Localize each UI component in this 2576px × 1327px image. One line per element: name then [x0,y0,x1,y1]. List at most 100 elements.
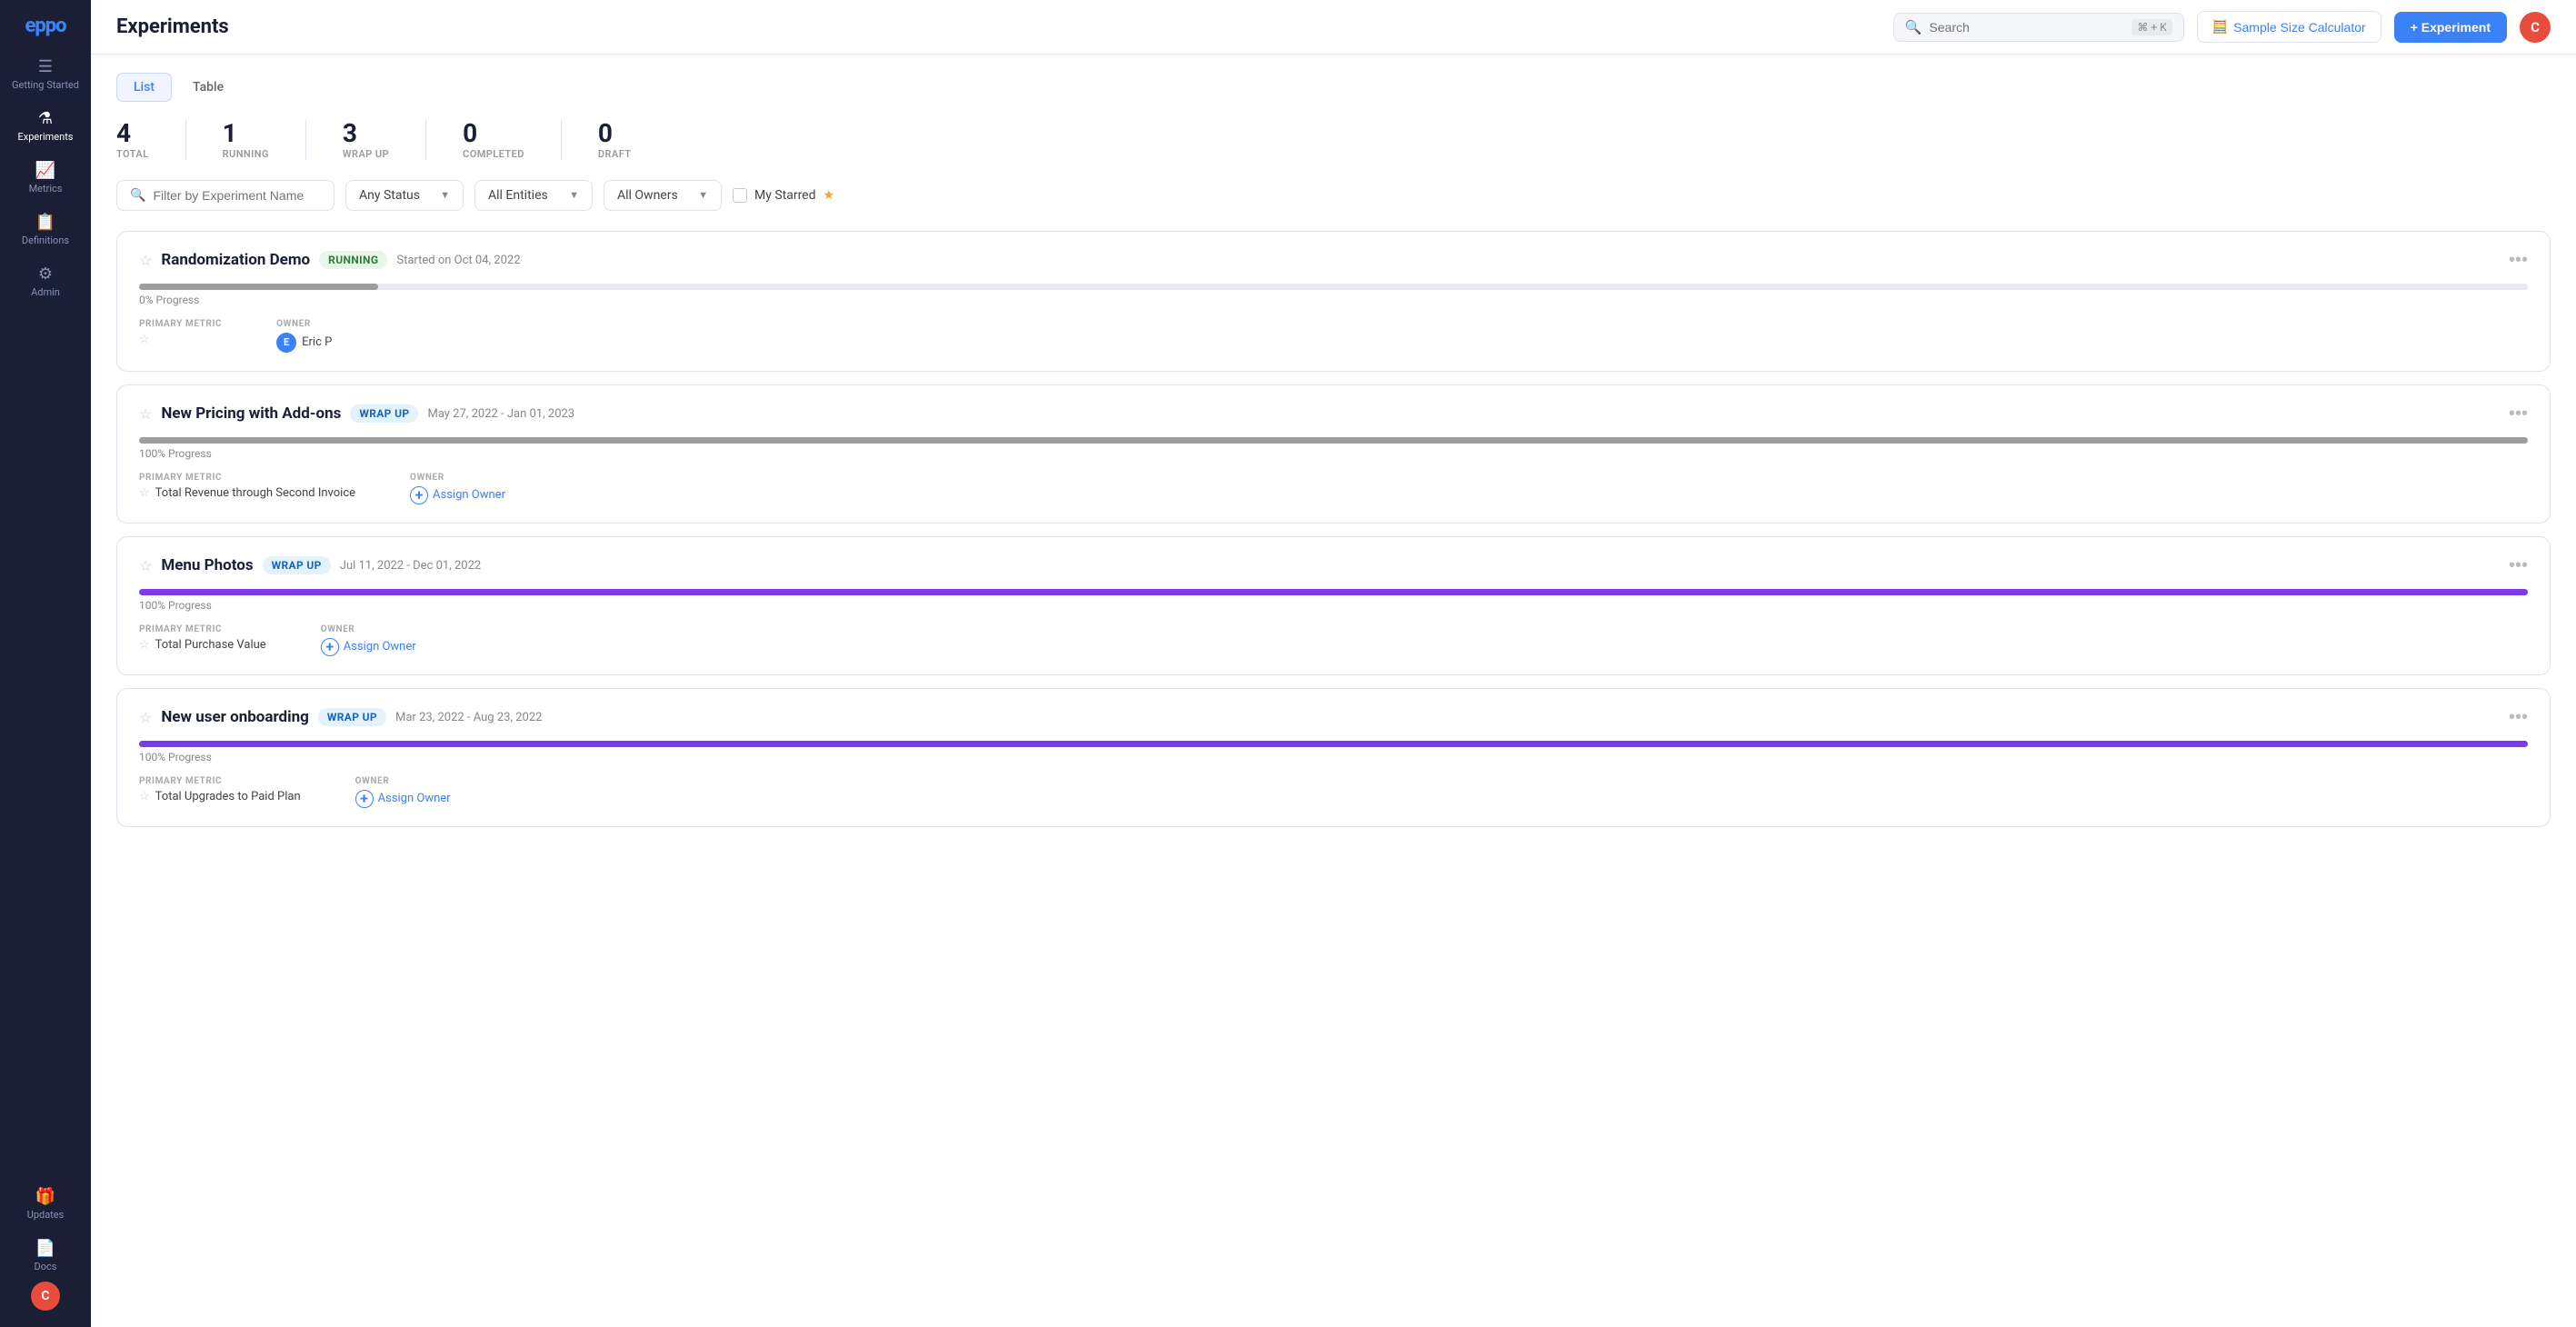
progress-bar-container: 0% Progress [139,284,2528,306]
sidebar-item-label: Metrics [29,183,63,195]
sidebar-item-label: Docs [35,1261,57,1272]
assign-owner-button[interactable]: + Assign Owner [410,486,505,504]
docs-icon: 📄 [35,1239,55,1258]
sidebar-item-experiments[interactable]: ⚗ Experiments [0,100,91,152]
new-experiment-button[interactable]: + Experiment [2394,12,2507,43]
search-box[interactable]: 🔍 ⌘ + K [1893,13,2184,42]
primary-metric-section: PRIMARY METRIC ☆ Total Upgrades to Paid … [139,776,301,808]
sidebar-item-label: Admin [31,286,60,298]
search-input[interactable] [1929,20,2124,35]
my-starred-label: My Starred [754,188,816,203]
stat-running: 1 RUNNING [223,120,306,160]
progress-bar-fill [139,741,2528,747]
primary-metric-label: PRIMARY METRIC [139,776,301,786]
owner-label: OWNER [410,473,505,483]
sidebar-item-label: Definitions [22,234,69,246]
owner-section: OWNER + Assign Owner [410,473,505,504]
primary-metric-section: PRIMARY METRIC ☆ Total Purchase Value [139,624,266,656]
status-badge: WRAP UP [263,556,331,574]
primary-metric-label: PRIMARY METRIC [139,319,222,329]
experiment-more-button[interactable]: ••• [2509,404,2528,424]
tab-list[interactable]: List [116,73,172,102]
experiment-card: ☆ New Pricing with Add-ons WRAP UP May 2… [116,384,2551,524]
progress-label: 100% Progress [139,599,2528,612]
topbar-right: 🔍 ⌘ + K 🧮 Sample Size Calculator + Exper… [1893,11,2551,43]
filters-bar: 🔍 Any Status ▼ All Entities ▼ All Owners… [116,180,2551,211]
admin-icon: ⚙ [38,264,53,284]
primary-metric-label: PRIMARY METRIC [139,473,355,483]
owner-section: OWNER + Assign Owner [355,776,451,808]
search-shortcut: ⌘ + K [2132,19,2172,35]
chevron-down-icon: ▼ [440,189,450,201]
my-starred-checkbox[interactable] [733,188,747,203]
owner-label: OWNER [355,776,451,786]
exp-meta: PRIMARY METRIC ☆ Total Purchase Value OW… [139,624,2528,656]
status-badge: WRAP UP [318,708,386,726]
experiment-name-filter-input[interactable] [153,188,321,203]
experiment-more-button[interactable]: ••• [2509,250,2528,271]
owners-filter[interactable]: All Owners ▼ [604,180,722,211]
experiment-date: Mar 23, 2022 - Aug 23, 2022 [395,711,542,724]
entities-filter-label: All Entities [488,188,548,203]
sidebar-item-updates[interactable]: 🎁 Updates [0,1178,91,1230]
exp-header-left: ☆ Randomization Demo RUNNING Started on … [139,251,521,269]
experiment-date: May 27, 2022 - Jan 01, 2023 [427,407,574,421]
status-badge: WRAP UP [350,404,418,423]
metric-value: ☆ [139,333,222,346]
sidebar-item-label: Experiments [18,131,74,143]
stat-completed: 0 COMPLETED [463,120,562,160]
owner-label: OWNER [321,624,416,634]
experiment-more-button[interactable]: ••• [2509,707,2528,728]
chevron-down-icon: ▼ [569,189,579,201]
status-filter[interactable]: Any Status ▼ [345,180,464,211]
experiment-card: ☆ Randomization Demo RUNNING Started on … [116,231,2551,372]
assign-owner-button[interactable]: + Assign Owner [321,638,416,656]
sidebar-item-definitions[interactable]: 📋 Definitions [0,204,91,255]
tab-table[interactable]: Table [175,73,241,102]
owner-section: OWNER E Eric P [276,319,332,353]
sidebar-item-label: Getting Started [12,79,79,91]
status-filter-label: Any Status [359,188,420,203]
sidebar-item-docs[interactable]: 📄 Docs [0,1230,91,1282]
progress-bar-background [139,437,2528,444]
exp-header-left: ☆ New Pricing with Add-ons WRAP UP May 2… [139,404,574,423]
content-area: List Table 4 TOTAL 1 RUNNING 3 WRAP UP 0… [91,55,2576,1327]
topbar: Experiments 🔍 ⌘ + K 🧮 Sample Size Calcul… [91,0,2576,55]
experiment-name: New Pricing with Add-ons [161,404,341,423]
experiment-name: Randomization Demo [161,251,310,269]
exp-header: ☆ Menu Photos WRAP UP Jul 11, 2022 - Dec… [139,555,2528,576]
status-badge: RUNNING [319,251,387,269]
sidebar-item-metrics[interactable]: 📈 Metrics [0,152,91,204]
assign-owner-button[interactable]: + Assign Owner [355,790,451,808]
experiment-name: Menu Photos [161,556,253,574]
experiment-star-icon[interactable]: ☆ [139,709,152,726]
definitions-icon: 📋 [35,213,55,232]
sidebar-item-admin[interactable]: ⚙ Admin [0,255,91,307]
experiment-star-icon[interactable]: ☆ [139,557,152,574]
filter-search-box[interactable]: 🔍 [116,180,334,211]
view-tabs: List Table [116,73,2551,102]
sidebar: eppo ☰ Getting Started ⚗ Experiments 📈 M… [0,0,91,1327]
progress-bar-fill [139,437,2528,444]
sidebar-user-avatar[interactable]: C [31,1282,60,1311]
experiment-star-icon[interactable]: ☆ [139,252,152,269]
progress-bar-fill [139,284,378,290]
entities-filter[interactable]: All Entities ▼ [474,180,593,211]
metric-star-icon: ☆ [139,790,150,803]
exp-header: ☆ New user onboarding WRAP UP Mar 23, 20… [139,707,2528,728]
metric-star-icon: ☆ [139,638,150,652]
progress-label: 100% Progress [139,447,2528,460]
sidebar-item-getting-started[interactable]: ☰ Getting Started [0,48,91,100]
sample-size-calculator-button[interactable]: 🧮 Sample Size Calculator [2197,11,2381,43]
experiment-more-button[interactable]: ••• [2509,555,2528,576]
experiment-star-icon[interactable]: ☆ [139,405,152,423]
my-starred-filter[interactable]: My Starred ★ [733,188,834,203]
chevron-down-icon: ▼ [698,189,708,201]
user-avatar[interactable]: C [2520,12,2551,43]
progress-label: 0% Progress [139,294,2528,306]
primary-metric-section: PRIMARY METRIC ☆ [139,319,222,353]
calculator-icon: 🧮 [2212,19,2228,35]
updates-icon: 🎁 [35,1187,55,1206]
experiment-card: ☆ New user onboarding WRAP UP Mar 23, 20… [116,688,2551,827]
experiment-date: Started on Oct 04, 2022 [396,254,520,267]
